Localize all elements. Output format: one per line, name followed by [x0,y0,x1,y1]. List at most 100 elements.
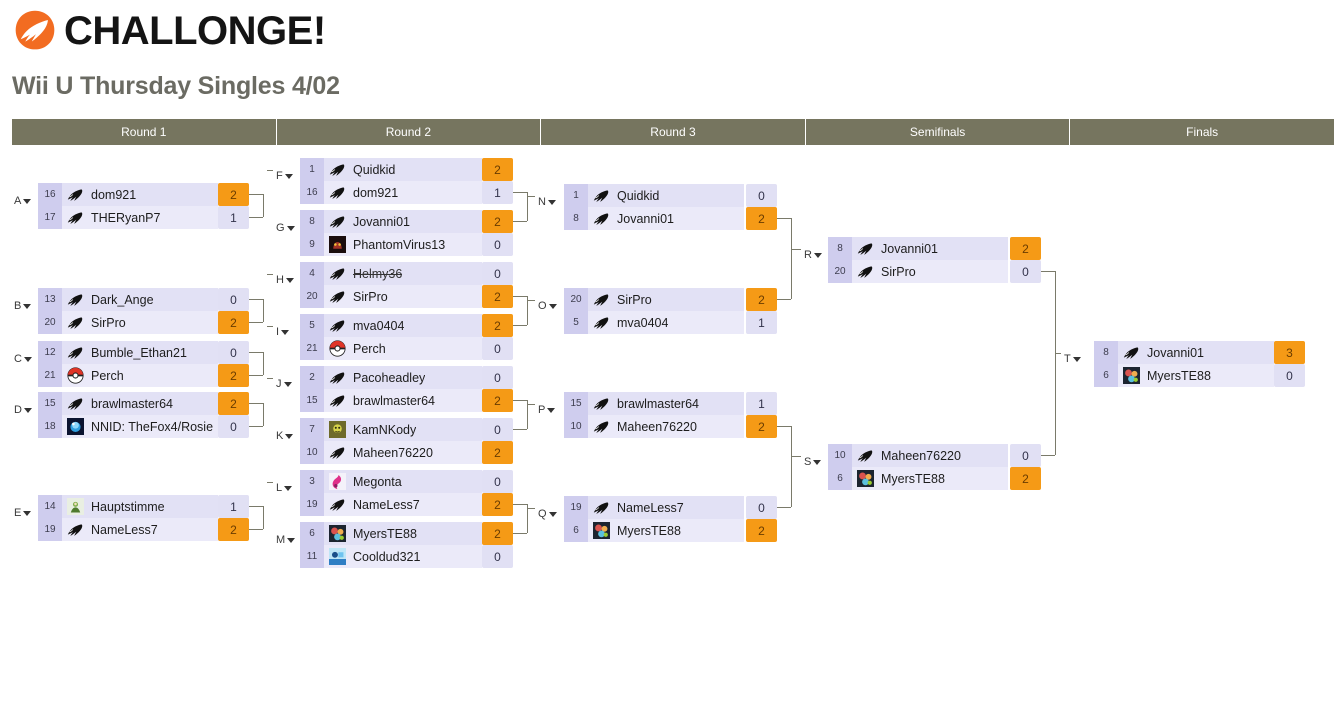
player-row[interactable]: 10 Maheen76220 [828,444,1008,467]
match-label-K[interactable]: K [276,430,294,442]
player-row[interactable]: 13 Dark_Ange [38,288,218,311]
match-label-J[interactable]: J [276,378,292,390]
score-box[interactable]: 2 [218,364,249,387]
player-row[interactable]: 9 PhantomVirus13 [300,233,482,256]
player-row[interactable]: 19 NameLess7 [38,518,218,541]
player-row[interactable]: 6 MyersTE88 [300,522,482,545]
match-label-Q[interactable]: Q [538,508,557,520]
score-box[interactable]: 1 [218,206,249,229]
player-row[interactable]: 20 SirPro [38,311,218,334]
score-box[interactable]: 2 [218,518,249,541]
match-label-M[interactable]: M [276,534,296,546]
score-box[interactable]: 2 [1010,467,1041,490]
player-row[interactable]: 1 Quidkid [564,184,744,207]
player-row[interactable]: 6 MyersTE88 [1094,364,1274,387]
score-box[interactable]: 2 [482,493,513,516]
score-box[interactable]: 2 [482,522,513,545]
player-row[interactable]: 2 Pacoheadley [300,366,482,389]
score-box[interactable]: 1 [218,495,249,518]
score-box[interactable]: 0 [218,341,249,364]
score-box[interactable]: 2 [746,288,777,311]
score-box[interactable]: 2 [482,441,513,464]
score-box[interactable]: 0 [218,415,249,438]
player-row[interactable]: 14 Hauptstimme [38,495,218,518]
score-box[interactable]: 2 [482,389,513,412]
match-label-C[interactable]: C [14,353,32,365]
score-box[interactable]: 1 [746,311,777,334]
player-row[interactable]: 15 brawlmaster64 [38,392,218,415]
match-label-O[interactable]: O [538,300,557,312]
score-box[interactable]: 0 [1274,364,1305,387]
player-row[interactable]: 12 Bumble_Ethan21 [38,341,218,364]
player-row[interactable]: 8 Jovanni01 [564,207,744,230]
score-box[interactable]: 1 [746,392,777,415]
player-row[interactable]: 10 Maheen76220 [300,441,482,464]
player-row[interactable]: 20 SirPro [300,285,482,308]
score-box[interactable]: 2 [746,415,777,438]
score-box[interactable]: 1 [482,181,513,204]
score-box[interactable]: 0 [218,288,249,311]
player-row[interactable]: 6 MyersTE88 [564,519,744,542]
score-box[interactable]: 2 [482,285,513,308]
score-box[interactable]: 0 [1010,260,1041,283]
score-box[interactable]: 2 [218,183,249,206]
player-row[interactable]: 21 Perch [38,364,218,387]
player-row[interactable]: 8 Jovanni01 [1094,341,1274,364]
player-row[interactable]: 3 Megonta [300,470,482,493]
player-row[interactable]: 20 SirPro [564,288,744,311]
match-label-G[interactable]: G [276,222,295,234]
score-box[interactable]: 2 [482,210,513,233]
player-row[interactable]: 1 Quidkid [300,158,482,181]
match-label-P[interactable]: P [538,404,556,416]
score-box[interactable]: 2 [218,392,249,415]
player-row[interactable]: 17 THERyanP7 [38,206,218,229]
player-row[interactable]: 8 Jovanni01 [828,237,1008,260]
player-row[interactable]: 11 Cooldud321 [300,545,482,568]
score-box[interactable]: 3 [1274,341,1305,364]
player-row[interactable]: 4 Helmy36 [300,262,482,285]
player-row[interactable]: 5 mva0404 [300,314,482,337]
score-box[interactable]: 0 [482,233,513,256]
player-row[interactable]: 5 mva0404 [564,311,744,334]
score-box[interactable]: 0 [1010,444,1041,467]
match-label-F[interactable]: F [276,170,293,182]
match-label-S[interactable]: S [804,456,822,468]
player-row[interactable]: 10 Maheen76220 [564,415,744,438]
match-label-I[interactable]: I [276,326,290,338]
match-label-T[interactable]: T [1064,353,1081,365]
score-box[interactable]: 2 [1010,237,1041,260]
match-label-L[interactable]: L [276,482,293,494]
player-row[interactable]: 6 MyersTE88 [828,467,1008,490]
match-label-D[interactable]: D [14,404,32,416]
player-row[interactable]: 16 dom921 [38,183,218,206]
player-row[interactable]: 7 KamNKody [300,418,482,441]
match-label-N[interactable]: N [538,196,556,208]
player-row[interactable]: 19 NameLess7 [300,493,482,516]
player-row[interactable]: 16 dom921 [300,181,482,204]
player-row[interactable]: 20 SirPro [828,260,1008,283]
player-row[interactable]: 21 Perch [300,337,482,360]
score-box[interactable]: 0 [746,184,777,207]
score-box[interactable]: 0 [482,545,513,568]
score-box[interactable]: 2 [482,158,513,181]
player-row[interactable]: 19 NameLess7 [564,496,744,519]
score-box[interactable]: 2 [218,311,249,334]
match-label-H[interactable]: H [276,274,294,286]
match-label-R[interactable]: R [804,249,822,261]
match-label-E[interactable]: E [14,507,32,519]
score-box[interactable]: 2 [746,207,777,230]
score-box[interactable]: 0 [482,470,513,493]
score-box[interactable]: 0 [482,262,513,285]
score-box[interactable]: 0 [482,337,513,360]
player-row[interactable]: 15 brawlmaster64 [300,389,482,412]
player-row[interactable]: 18 NNID: TheFox4/Rosie [38,415,218,438]
match-label-A[interactable]: A [14,195,32,207]
score-box[interactable]: 2 [482,314,513,337]
score-box[interactable]: 0 [482,418,513,441]
score-box[interactable]: 2 [746,519,777,542]
score-box[interactable]: 0 [746,496,777,519]
score-box[interactable]: 0 [482,366,513,389]
match-label-B[interactable]: B [14,300,32,312]
player-row[interactable]: 15 brawlmaster64 [564,392,744,415]
player-row[interactable]: 8 Jovanni01 [300,210,482,233]
